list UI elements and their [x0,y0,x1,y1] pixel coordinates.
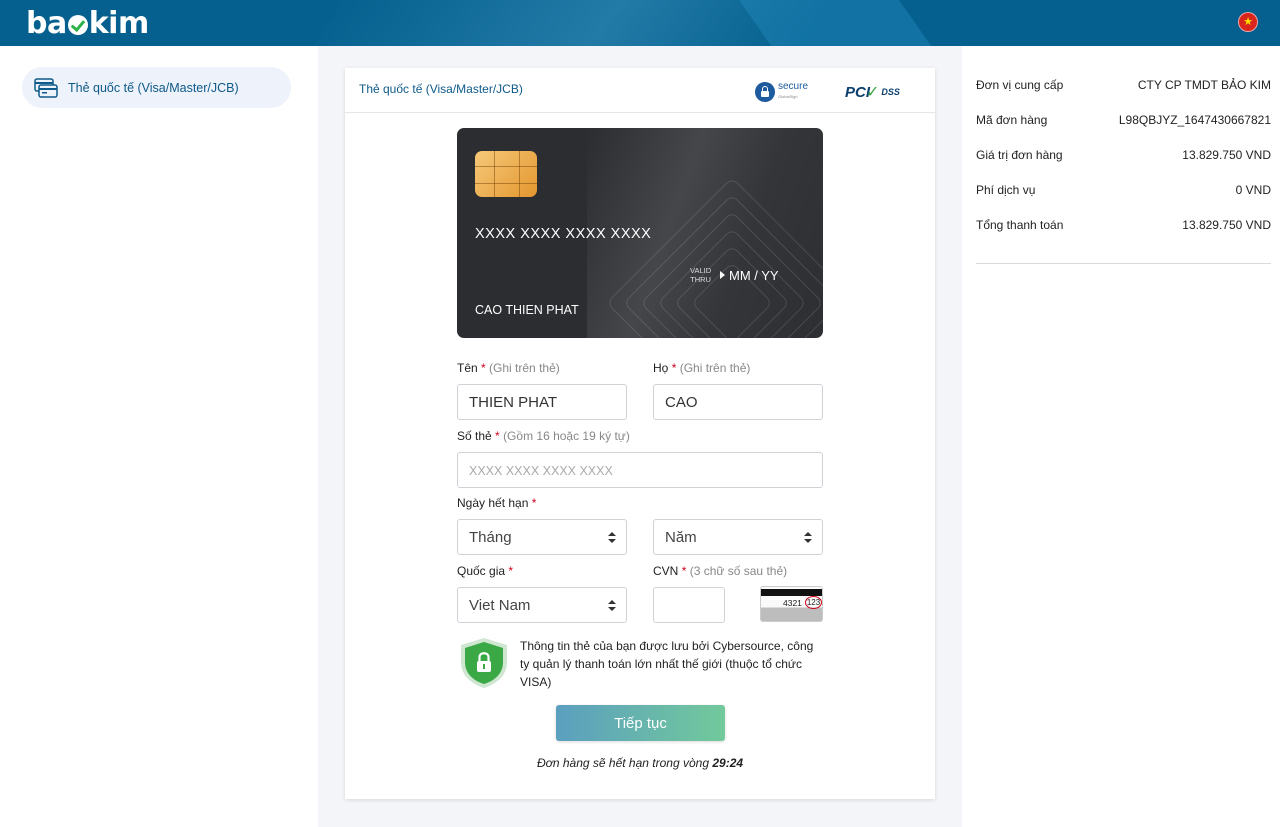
credit-card-icon [34,77,58,99]
expiry-year-select[interactable]: Năm [653,519,823,555]
card-preview: XXXX XXXX XXXX XXXX VALID THRU MM / YY CA… [457,128,823,338]
sidebar-item-international-card[interactable]: Thẻ quốc tế (Visa/Master/JCB) [22,67,291,108]
summary-row-provider: Đơn vị cung cấp CTY CP TMDT BẢO KIM [976,78,1271,92]
dss-text: DSS [881,87,900,97]
security-shield-icon [457,636,511,690]
cvn-label: CVN * (3 chữ số sau thẻ) [653,564,788,578]
last-name-input[interactable] [653,384,823,420]
card-chip-icon [475,151,537,197]
panel-header: Thẻ quốc tế (Visa/Master/JCB) secure Glob… [345,68,935,113]
cvn-input[interactable] [653,587,725,623]
country-label: Quốc gia * [457,564,514,578]
card-number-input[interactable] [457,452,823,488]
logo-text-left: ba [26,5,67,41]
security-note: Thông tin thẻ của bạn được lưu bởi Cyber… [520,639,814,689]
logo-text-right: kim [88,5,150,41]
select-arrows-icon [804,532,812,544]
card-back-cvn-icon: 4321 123 [760,586,823,622]
card-number-label: Số thẻ * (Gồm 16 hoặc 19 ký tự) [457,429,630,443]
summary-divider [976,263,1271,264]
card-holder-preview: CAO THIEN PHAT [475,303,579,317]
secure-badge-sub: GlobalSign [778,94,798,99]
globalsign-secure-badge: secure GlobalSign [755,80,808,104]
first-name-label: Tên * (Ghi trên thẻ) [457,361,560,375]
lock-icon [755,82,775,102]
summary-row-service-fee: Phí dịch vụ 0 VND [976,183,1271,197]
summary-row-order-value: Giá trị đơn hàng 13.829.750 VND [976,148,1271,162]
continue-button[interactable]: Tiếp tục [556,705,725,741]
select-arrows-icon [608,532,616,544]
valid-thru-label: VALID THRU [690,266,712,284]
header-decoration [283,0,1077,46]
expiry-label: Ngày hết hạn * [457,496,537,510]
countdown-timer: 29:24 [712,756,744,770]
vn-flag-icon[interactable]: ★ [1238,12,1258,32]
secure-badge-text: secure [778,81,809,92]
summary-row-total: Tổng thanh toán 13.829.750 VND [976,218,1271,232]
select-arrows-icon [608,600,616,612]
last-name-label: Họ * (Ghi trên thẻ) [653,361,751,375]
first-name-input[interactable] [457,384,627,420]
sidebar-item-label: Thẻ quốc tế (Visa/Master/JCB) [68,80,239,95]
panel-title: Thẻ quốc tế (Visa/Master/JCB) [359,82,523,96]
checkmark-icon: ✓ [866,84,880,101]
play-arrow-icon [720,271,725,279]
expiry-month-select[interactable]: Tháng [457,519,627,555]
country-select[interactable]: Viet Nam [457,587,627,623]
logo-check-icon [67,15,88,35]
baokim-logo[interactable]: ba kim [26,4,149,42]
pci-dss-badge: PCI ✓ DSS [845,81,900,103]
card-expiry-preview: MM / YY [729,268,779,283]
card-number-preview: XXXX XXXX XXXX XXXX [475,226,652,242]
summary-row-order-id: Mã đơn hàng L98QBJYZ_1647430667821 [976,113,1271,127]
order-expire-note: Đơn hàng sẽ hết hạn trong vòng 29:24 [536,756,744,770]
top-header: ba kim ★ [0,0,1280,46]
